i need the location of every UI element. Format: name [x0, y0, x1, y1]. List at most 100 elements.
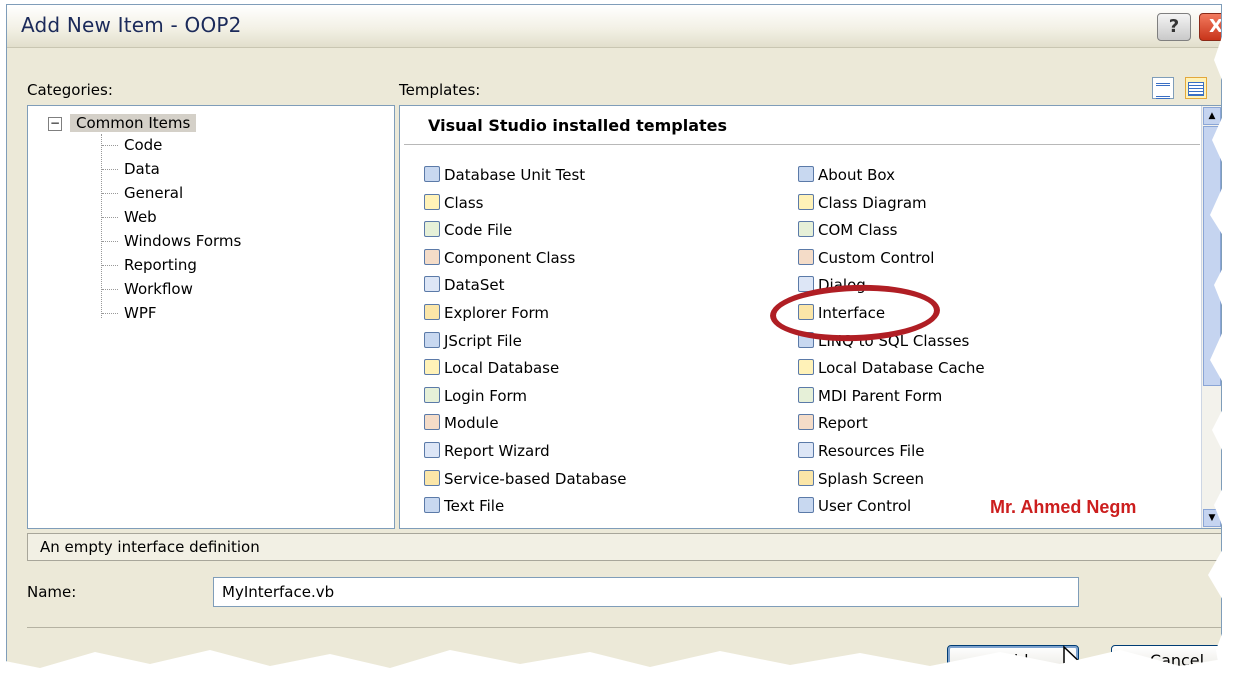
- explorer-form-icon: [424, 304, 440, 320]
- class-diagram-icon: [798, 193, 814, 210]
- template-label: MDI Parent Form: [818, 386, 943, 405]
- right-template-item[interactable]: Local Database Cache: [798, 357, 985, 379]
- view-toggle: [1146, 77, 1207, 103]
- template-label: Custom Control: [818, 248, 935, 267]
- template-label: Class: [444, 193, 484, 212]
- template-label: Explorer Form: [444, 304, 550, 322]
- right-template-item[interactable]: User Control: [798, 495, 911, 517]
- categories-label: Categories:: [27, 81, 113, 99]
- dataset-icon: [424, 276, 440, 293]
- categories-tree[interactable]: − Common Items Code Data General Web Wind…: [27, 105, 395, 529]
- template-label: Login Form: [444, 386, 528, 405]
- login-form-icon: [424, 386, 440, 403]
- left-template-item[interactable]: Text File: [424, 495, 504, 517]
- code-file-icon: [424, 221, 440, 238]
- right-template-item[interactable]: Class Diagram: [798, 192, 927, 214]
- tree-node-common-items[interactable]: − Common Items: [48, 112, 197, 134]
- class-icon: [424, 193, 440, 210]
- template-label: Report: [818, 414, 868, 433]
- template-label: Module: [444, 414, 499, 433]
- right-template-item[interactable]: About Box: [798, 164, 895, 186]
- templates-group-header: Visual Studio installed templates: [428, 116, 728, 135]
- tree-root-label: Common Items: [70, 114, 197, 132]
- title-bar[interactable]: Add New Item - OOP2 ? X: [7, 5, 1221, 48]
- text-file-icon: [424, 497, 440, 514]
- templates-label: Templates:: [399, 81, 481, 99]
- template-label: DataSet: [444, 276, 505, 295]
- report-wizard-icon: [424, 442, 440, 458]
- scroll-thumb[interactable]: [1203, 126, 1221, 386]
- template-label: Class Diagram: [818, 193, 927, 212]
- scroll-up-icon[interactable]: ▲: [1203, 107, 1221, 125]
- name-input[interactable]: [213, 577, 1079, 607]
- module-icon: [424, 414, 440, 431]
- left-template-item[interactable]: Database Unit Test: [424, 164, 585, 186]
- right-template-item[interactable]: MDI Parent Form: [798, 385, 942, 407]
- mouse-cursor-icon: [1063, 645, 1088, 684]
- left-template-item[interactable]: DataSet: [424, 274, 504, 296]
- right-template-item[interactable]: Custom Control: [798, 247, 934, 269]
- template-label: Local Database: [444, 359, 560, 378]
- user-control-icon: [798, 497, 814, 514]
- right-template-item[interactable]: Resources File: [798, 440, 924, 462]
- left-template-item[interactable]: Code File: [424, 219, 512, 241]
- template-label: Code File: [444, 221, 513, 240]
- about-box-icon: [798, 166, 814, 182]
- right-template-item[interactable]: Report: [798, 412, 868, 434]
- template-label: COM Class: [818, 221, 898, 240]
- large-icons-view-icon[interactable]: [1151, 77, 1174, 99]
- right-template-item[interactable]: COM Class: [798, 219, 897, 241]
- tree-item-general[interactable]: General: [102, 182, 183, 204]
- service-database-icon: [424, 469, 440, 486]
- template-label: Database Unit Test: [444, 166, 586, 184]
- add-new-item-dialog: Add New Item - OOP2 ? X Categories: Temp…: [6, 4, 1222, 680]
- tree-item-wpf[interactable]: WPF: [102, 302, 157, 324]
- template-label: JScript File: [444, 331, 522, 350]
- report-icon: [798, 414, 814, 431]
- tree-item-reporting[interactable]: Reporting: [102, 254, 197, 276]
- tree-item-web[interactable]: Web: [102, 206, 157, 228]
- template-label: Local Database Cache: [818, 359, 985, 378]
- help-button[interactable]: ?: [1157, 13, 1191, 41]
- button-separator: [27, 627, 1221, 628]
- left-template-item[interactable]: Local Database: [424, 357, 559, 379]
- tree-item-workflow[interactable]: Workflow: [102, 278, 193, 300]
- name-label: Name:: [27, 583, 77, 601]
- scroll-down-icon[interactable]: ▼: [1203, 509, 1221, 527]
- templates-scrollbar[interactable]: ▲ ▼: [1201, 106, 1221, 528]
- tree-item-code[interactable]: Code: [102, 134, 162, 156]
- template-label: Service-based Database: [444, 469, 627, 488]
- template-label: Report Wizard: [444, 442, 550, 460]
- left-template-item[interactable]: Explorer Form: [424, 302, 549, 324]
- jscript-file-icon: [424, 331, 440, 348]
- database-cache-icon: [798, 359, 814, 376]
- com-class-icon: [798, 221, 814, 238]
- component-class-icon: [424, 248, 440, 265]
- left-template-item[interactable]: Module: [424, 412, 499, 434]
- template-label: Component Class: [444, 248, 576, 267]
- template-description: An empty interface definition: [27, 533, 1221, 561]
- template-label: Text File: [444, 497, 505, 516]
- left-template-item[interactable]: JScript File: [424, 330, 522, 352]
- resources-file-icon: [798, 442, 814, 458]
- mdi-form-icon: [798, 386, 814, 403]
- database-unit-test-icon: [424, 166, 440, 182]
- close-button[interactable]: X: [1199, 13, 1221, 41]
- right-template-item[interactable]: Splash Screen: [798, 468, 924, 490]
- add-button[interactable]: Add: [947, 645, 1079, 679]
- left-template-item[interactable]: Class: [424, 192, 483, 214]
- left-template-item[interactable]: Login Form: [424, 385, 527, 407]
- splash-screen-icon: [798, 469, 814, 486]
- collapse-icon[interactable]: −: [48, 116, 62, 131]
- dialog-title: Add New Item - OOP2: [21, 13, 242, 37]
- left-template-item[interactable]: Component Class: [424, 247, 575, 269]
- template-label: Resources File: [818, 442, 925, 460]
- left-template-item[interactable]: Report Wizard: [424, 440, 550, 462]
- tree-item-data[interactable]: Data: [102, 158, 160, 180]
- small-icons-view-icon[interactable]: [1185, 77, 1207, 99]
- cancel-button[interactable]: Cancel: [1111, 645, 1221, 679]
- group-divider: [404, 144, 1200, 145]
- template-label: About Box: [818, 166, 895, 184]
- left-template-item[interactable]: Service-based Database: [424, 468, 626, 490]
- tree-item-windows-forms[interactable]: Windows Forms: [102, 230, 241, 252]
